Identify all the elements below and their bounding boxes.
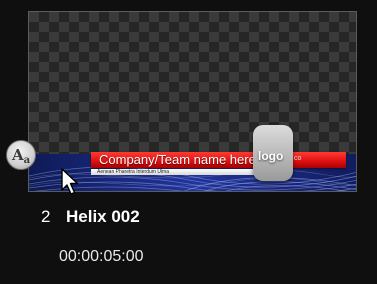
clip-card[interactable]: Company/Team name here Aenean Pharetra I… (0, 0, 377, 284)
clip-index: 2 (41, 207, 51, 226)
badge-subletter: a (23, 155, 31, 166)
lower-third-title: Company/Team name here (99, 152, 256, 167)
lower-third-subtitle: Aenean Pharetra Interdum Ulma (97, 169, 169, 175)
lower-third-logo-dots: co (294, 155, 302, 162)
clip-duration: 00:00:05:00 (59, 248, 144, 265)
title-text-badge-icon: Aa (6, 140, 36, 170)
clip-name[interactable]: Helix 002 (66, 207, 140, 227)
clip-thumbnail[interactable]: Company/Team name here Aenean Pharetra I… (28, 11, 357, 192)
lower-third-logo-text: logo (258, 149, 284, 163)
badge-letter: A (11, 146, 24, 164)
arrow-cursor-icon (61, 168, 79, 195)
